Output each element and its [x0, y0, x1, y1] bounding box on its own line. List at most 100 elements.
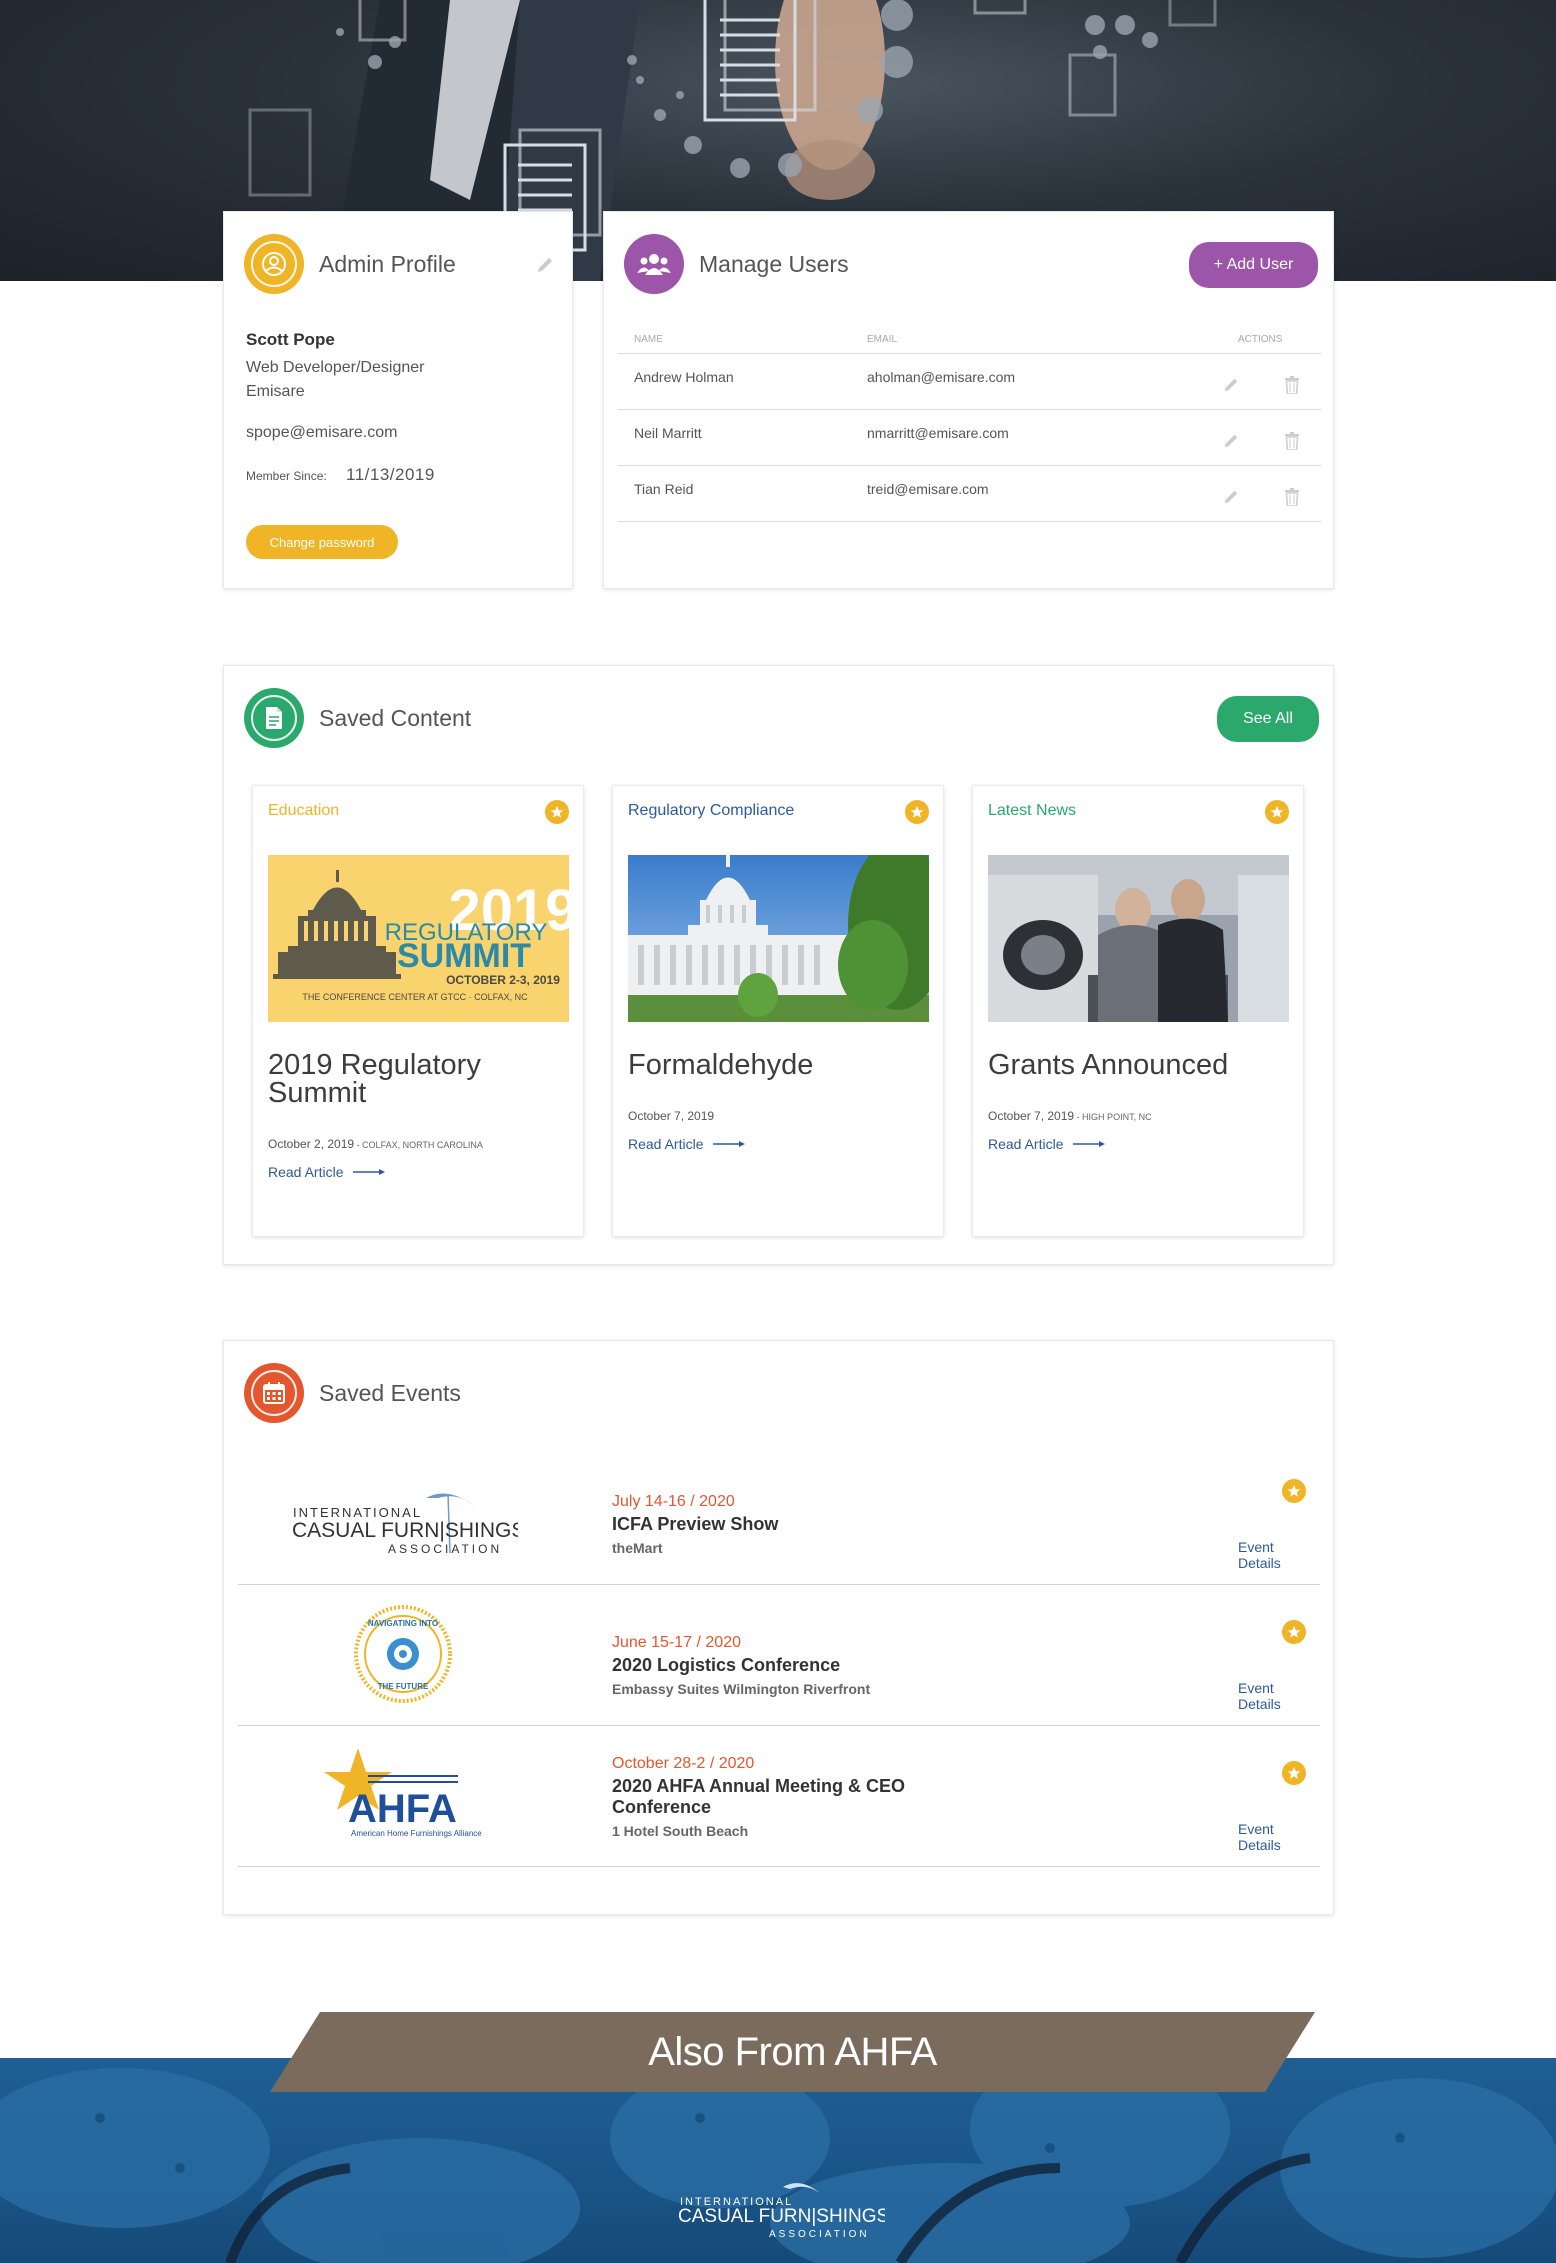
ahfa-logo: AHFA American Home Furnishings Alliance	[288, 1740, 518, 1850]
article-date: October 7, 2019 - HIGH POINT, NC	[988, 1109, 1152, 1123]
table-row: Neil Marritt nmarritt@emisare.com	[618, 410, 1321, 466]
pencil-edit-icon[interactable]	[1222, 376, 1240, 397]
article-category[interactable]: Education	[268, 802, 339, 820]
svg-text:ASSOCIATION: ASSOCIATION	[388, 1542, 502, 1556]
trash-icon[interactable]	[1284, 432, 1300, 453]
summit-poster-image[interactable]: 2019 REGULATORY SUMMIT OCTOBER 2-3, 2019…	[268, 855, 569, 1022]
saved-content-title: Saved Content	[319, 704, 472, 731]
users-group-icon	[624, 234, 684, 294]
user-name: Neil Marritt	[634, 425, 702, 441]
profile-email: spope@emisare.com	[246, 424, 398, 441]
event-details-link[interactable]: Event Details	[1238, 1680, 1320, 1712]
column-name: NAME	[634, 334, 663, 345]
document-icon	[244, 688, 304, 748]
user-name: Andrew Holman	[634, 369, 734, 385]
user-email: treid@emisare.com	[867, 481, 989, 497]
manage-users-header: Manage Users	[624, 234, 849, 294]
pencil-edit-icon[interactable]	[1222, 432, 1240, 453]
event-row: INTERNATIONAL CASUAL FURN|SHINGS ASSOCIA…	[238, 1444, 1320, 1585]
article-title[interactable]: Grants Announced	[988, 1051, 1288, 1080]
svg-text:ASSOCIATION: ASSOCIATION	[769, 2229, 870, 2240]
add-user-button[interactable]: + Add User	[1189, 242, 1318, 288]
star-icon[interactable]	[1282, 1479, 1306, 1503]
svg-text:CASUAL FURN|SHINGS: CASUAL FURN|SHINGS	[292, 1519, 518, 1542]
profile-role: Web Developer/Designer	[246, 359, 425, 376]
user-name: Tian Reid	[634, 481, 694, 497]
poster-venue: THE CONFERENCE CENTER AT GTCC · COLFAX, …	[302, 992, 528, 1002]
event-venue: Embassy Suites Wilmington Riverfront	[612, 1681, 871, 1697]
saved-events-title: Saved Events	[319, 1379, 461, 1406]
star-icon[interactable]	[1282, 1761, 1306, 1785]
event-row: AHFA American Home Furnishings Alliance …	[238, 1726, 1320, 1867]
saved-events-card: Saved Events INTERNATIONAL CASUAL FURN|S…	[223, 1340, 1334, 1915]
table-row: Tian Reid treid@emisare.com	[618, 466, 1321, 522]
admin-profile-card: Admin Profile Scott Pope Web Developer/D…	[223, 211, 573, 589]
saved-events-header: Saved Events	[244, 1363, 461, 1423]
poster-dates: OCTOBER 2-3, 2019	[446, 973, 560, 987]
event-row: NAVIGATING INTO THE FUTURE June 15-17 / …	[238, 1585, 1320, 1726]
column-actions: ACTIONS	[1238, 334, 1283, 345]
svg-text:American Home Furnishings Alli: American Home Furnishings Alliance	[351, 1829, 482, 1838]
article-card[interactable]: Latest News Grants Announced October 7, …	[972, 785, 1304, 1237]
profile-company: Emisare	[246, 383, 305, 400]
manage-users-card: Manage Users + Add User NAME EMAIL ACTIO…	[603, 211, 1334, 589]
article-category[interactable]: Regulatory Compliance	[628, 802, 794, 820]
event-details-link[interactable]: Event Details	[1238, 1539, 1320, 1571]
event-date: October 28-2 / 2020	[612, 1755, 755, 1772]
event-date: June 15-17 / 2020	[612, 1634, 741, 1651]
article-card[interactable]: Regulatory Compliance Formaldehyde Octob…	[612, 785, 944, 1237]
read-article-link[interactable]: Read Article	[988, 1136, 1106, 1152]
article-date: October 7, 2019	[628, 1109, 715, 1123]
member-since-value: 11/13/2019	[346, 465, 435, 484]
svg-text:NAVIGATING INTO: NAVIGATING INTO	[368, 1619, 438, 1628]
event-venue: theMart	[612, 1540, 663, 1556]
trash-icon[interactable]	[1284, 488, 1300, 509]
svg-text:INTERNATIONAL: INTERNATIONAL	[293, 1505, 422, 1520]
event-title[interactable]: 2020 Logistics Conference	[612, 1655, 972, 1676]
trash-icon[interactable]	[1284, 376, 1300, 397]
profile-name: Scott Pope	[246, 330, 335, 349]
logistics-conference-logo: NAVIGATING INTO THE FUTURE	[288, 1599, 518, 1709]
star-icon[interactable]	[1265, 800, 1289, 824]
user-circle-icon	[244, 234, 304, 294]
calendar-icon	[244, 1363, 304, 1423]
article-title[interactable]: 2019 Regulatory Summit	[268, 1051, 568, 1108]
admin-profile-title: Admin Profile	[319, 250, 456, 277]
member-since-label: Member Since:	[246, 469, 327, 483]
svg-text:THE FUTURE: THE FUTURE	[378, 1682, 429, 1691]
article-category[interactable]: Latest News	[988, 802, 1076, 820]
capitol-building-image[interactable]	[628, 855, 929, 1022]
users-table: NAME EMAIL ACTIONS Andrew Holman aholman…	[618, 330, 1321, 522]
pencil-edit-icon[interactable]	[535, 255, 555, 280]
saved-content-card: Saved Content See All Education 2019 REG…	[223, 665, 1334, 1265]
article-card[interactable]: Education 2019 REGULATORY SUMMIT OCTOBER…	[252, 785, 584, 1237]
read-article-link[interactable]: Read Article	[268, 1164, 386, 1180]
svg-text:CASUAL FURN|SHINGS: CASUAL FURN|SHINGS	[678, 2206, 885, 2227]
event-title[interactable]: 2020 AHFA Annual Meeting & CEO Conferenc…	[612, 1776, 972, 1818]
users-table-header: NAME EMAIL ACTIONS	[618, 330, 1321, 354]
user-email: aholman@emisare.com	[867, 369, 1016, 385]
star-icon[interactable]	[1282, 1620, 1306, 1644]
also-from-banner-title: Also From AHFA	[648, 2029, 937, 2074]
article-title[interactable]: Formaldehyde	[628, 1051, 928, 1080]
icfa-footer-logo[interactable]: INTERNATIONAL CASUAL FURN|SHINGS ASSOCIA…	[675, 2175, 889, 2255]
pencil-edit-icon[interactable]	[1222, 488, 1240, 509]
event-venue: 1 Hotel South Beach	[612, 1823, 749, 1839]
event-details-link[interactable]: Event Details	[1238, 1821, 1320, 1853]
user-email: nmarritt@emisare.com	[867, 425, 1009, 441]
star-icon[interactable]	[905, 800, 929, 824]
table-row: Andrew Holman aholman@emisare.com	[618, 354, 1321, 410]
read-article-link[interactable]: Read Article	[628, 1136, 746, 1152]
saved-content-header: Saved Content	[244, 688, 471, 748]
article-date: October 2, 2019 - COLFAX, NORTH CAROLINA	[268, 1137, 483, 1151]
icfa-logo: INTERNATIONAL CASUAL FURN|SHINGS ASSOCIA…	[288, 1458, 525, 1568]
see-all-button[interactable]: See All	[1217, 696, 1319, 742]
star-icon[interactable]	[545, 800, 569, 824]
svg-text:AHFA: AHFA	[348, 1787, 457, 1831]
change-password-button[interactable]: Change password	[246, 525, 398, 559]
poster-line2: SUMMIT	[397, 937, 531, 975]
grants-photo-image[interactable]	[988, 855, 1289, 1022]
manage-users-title: Manage Users	[699, 250, 849, 277]
event-title[interactable]: ICFA Preview Show	[612, 1514, 972, 1535]
column-email: EMAIL	[867, 334, 898, 345]
